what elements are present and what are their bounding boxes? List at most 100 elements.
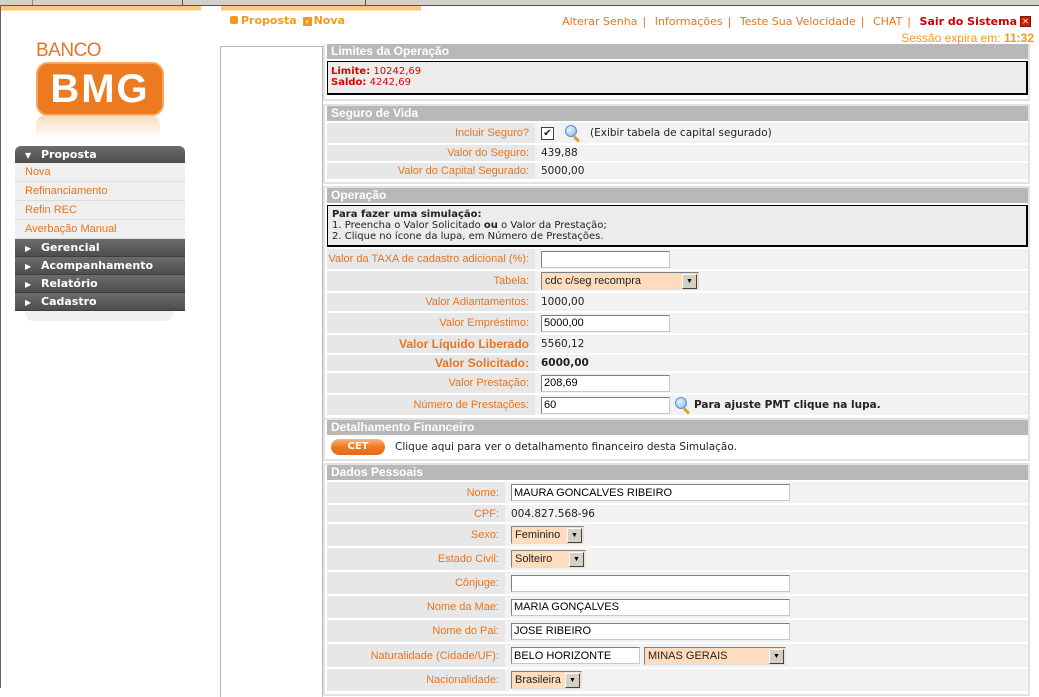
cet-button[interactable]: CET [331,439,385,455]
informacoes-link[interactable]: Informações [655,15,723,28]
nome-input[interactable] [511,484,790,501]
logo-banco-text: BANCO [36,40,102,61]
alterar-senha-link[interactable]: Alterar Senha [562,15,637,28]
taxa-label: Valor da TAXA de cadastro adicional (%): [327,249,535,269]
session-timer: Sessão expira em: 11:32 [901,31,1034,45]
cet-description[interactable]: Clique aqui para ver o detalhamento fina… [395,441,737,453]
nome-label: Nome: [327,482,505,503]
prestacao-label: Valor Prestação: [327,373,535,393]
tabela-label: Tabela: [327,271,535,291]
adiantamentos-value: 1000,00 [535,293,1028,311]
estado-civil-select[interactable]: Solteiro ▼ [511,550,586,568]
logo-reflection [36,115,160,139]
sidebar-item-averbacao-manual[interactable]: Averbação Manual [15,220,185,239]
limite-value: 10242,69 [373,66,422,77]
link-separator: | [907,15,912,28]
bmg-logo: BANCO BMG [36,40,166,140]
conjuge-input[interactable] [511,574,790,592]
nome-mae-label: Nome da Mae: [327,596,505,618]
sidebar-section-acompanhamento[interactable]: ▶ Acompanhamento [15,257,185,275]
sidebar-section-proposta[interactable]: ▼ Proposta [15,146,185,163]
link-separator: | [860,15,865,28]
saldo-label: Saldo: [331,77,367,88]
naturalidade-uf-select[interactable]: MINAS GERAIS ▼ [644,646,786,665]
section-title: Detalhamento Financeiro [327,420,1028,435]
valor-solicitado-value: 6000,00 [535,355,1028,371]
sexo-select[interactable]: Feminino ▼ [511,526,584,544]
link-separator: | [727,15,732,28]
form-row: Cônjuge: [327,572,1028,594]
uf-selected-value: MINAS GERAIS [648,649,728,662]
sidebar-section-label: Cadastro [41,295,97,308]
limite-label: Limite: [331,66,371,77]
nacionalidade-selected-value: Brasileira [515,674,561,686]
chat-link[interactable]: CHAT [873,15,902,28]
form-row: Nome: [327,482,1028,503]
arrow-right-icon: › [302,17,312,26]
capital-segurado-value: 5000,00 [535,163,1028,179]
sidebar-menu: ▼ Proposta Nova Refinanciamento Refin REC… [15,146,185,321]
close-icon[interactable]: ✕ [1020,16,1031,27]
top-bar-segment [0,0,33,5]
incluir-seguro-label: Incluir Seguro? [327,123,535,143]
expanded-triangle-icon: ▼ [25,151,32,160]
sidebar-section-relatorio[interactable]: ▶ Relatório [15,275,185,293]
form-row: Valor do Seguro: 439,88 [327,145,1028,161]
notice-title: Para fazer uma simulação: [332,209,482,220]
cpf-value: 004.827.568-96 [505,505,1028,522]
sidebar-item-refin-rec[interactable]: Refin REC [15,201,185,220]
sidebar-section-cadastro[interactable]: ▶ Cadastro [15,293,185,311]
collapsed-triangle-icon: ▶ [25,262,32,271]
valor-solicitado-label: Valor Solicitado: [327,355,535,371]
notice-step-1: 1. Preencha o Valor Solicitado ou o Valo… [332,220,607,231]
section-limites: Limites da Operação Limite: 10242,69 Sal… [323,44,1030,101]
sexo-label: Sexo: [327,524,505,546]
nome-mae-input[interactable] [511,598,790,616]
naturalidade-cidade-input[interactable] [511,647,640,664]
taxa-input[interactable] [541,250,670,268]
dropdown-arrow-icon: ▼ [769,648,784,664]
prestacao-input[interactable] [541,374,670,392]
magnifier-icon[interactable] [674,396,692,415]
form-row: Valor Prestação: [327,373,1028,393]
top-bar-divider [365,0,366,5]
estado-civil-selected-value: Solteiro [515,553,553,565]
breadcrumb-current: Nova [313,14,345,27]
capital-table-link[interactable]: (Exibir tabela de capital segurado) [590,127,772,139]
simulation-instructions: Para fazer uma simulação: 1. Preencha o … [327,205,1028,247]
dropdown-arrow-icon: ▼ [567,528,582,543]
nacionalidade-select[interactable]: Brasileira ▼ [511,671,582,689]
form-row: Valor Adiantamentos: 1000,00 [327,293,1028,311]
valor-seguro-value: 439,88 [535,145,1028,161]
num-prestacoes-input[interactable] [541,396,670,414]
top-bar-divider [182,0,183,5]
form-row: Incluir Seguro? ✔ (Exibir tabela de capi… [327,123,1028,143]
incluir-seguro-checkbox[interactable]: ✔ [541,126,554,140]
tabela-select[interactable]: cdc c/seg recompra ▼ [541,272,699,290]
sair-do-sistema-link[interactable]: Sair do Sistema [920,15,1017,28]
form-row: Número de Prestações: Para ajuste PMT cl… [327,395,1028,415]
emprestimo-input[interactable] [541,314,670,332]
limites-box: Limite: 10242,69 Saldo: 4242,69 [327,61,1028,95]
dropdown-arrow-icon: ▼ [569,552,584,567]
sidebar-item-refinanciamento[interactable]: Refinanciamento [15,182,185,201]
section-operacao: Operação Para fazer uma simulação: 1. Pr… [323,186,1030,420]
breadcrumb-root[interactable]: Proposta [241,14,297,27]
sidebar-section-gerencial[interactable]: ▶ Gerencial [15,239,185,257]
form-row: Nome do Pai: [327,620,1028,642]
magnifier-icon[interactable] [564,124,582,143]
capital-segurado-label: Valor do Capital Segurado: [327,163,535,179]
sidebar-section-label: Acompanhamento [41,259,154,272]
valor-seguro-label: Valor do Seguro: [327,145,535,161]
sidebar-item-nova[interactable]: Nova [15,163,185,182]
cpf-label: CPF: [327,505,505,522]
tabela-selected-value: cdc c/seg recompra [545,275,641,287]
teste-velocidade-link[interactable]: Teste Sua Velocidade [740,15,856,28]
top-links: Alterar Senha | Informações | Teste Sua Ve… [562,15,1031,28]
breadcrumb: Proposta › Nova [230,14,345,27]
collapsed-triangle-icon: ▶ [25,298,32,307]
nome-pai-label: Nome do Pai: [327,620,505,642]
session-label: Sessão expira em: [901,31,1001,45]
conjuge-label: Cônjuge: [327,572,505,594]
nome-pai-input[interactable] [511,622,790,640]
